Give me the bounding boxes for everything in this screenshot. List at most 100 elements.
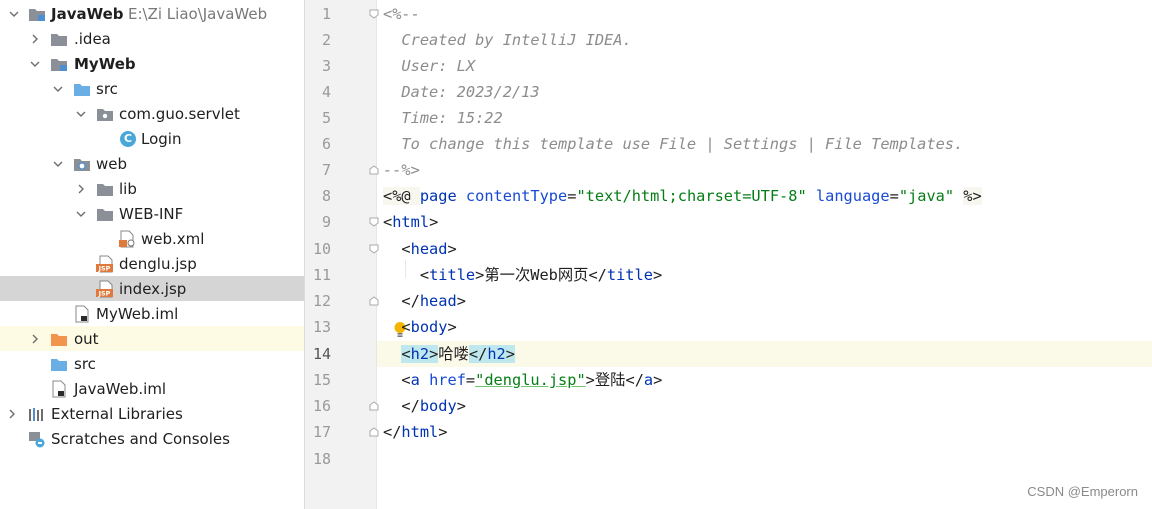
project-tree-panel: JavaWeb E:\Zi Liao\JavaWeb .idea MyWeb s… — [0, 0, 305, 509]
library-icon — [28, 401, 46, 426]
tree-item-label: MyWeb — [74, 54, 136, 73]
tree-item-label: web.xml — [141, 229, 205, 248]
chevron-down-icon[interactable] — [51, 151, 65, 176]
folder-icon — [96, 176, 114, 201]
package-icon — [96, 101, 114, 126]
tree-item-javaweb-iml[interactable]: JavaWeb.iml — [0, 376, 304, 401]
code-line-5[interactable]: Time: 15:22 — [383, 105, 1152, 131]
source-folder-icon — [73, 76, 91, 101]
tree-item-label: lib — [119, 179, 137, 198]
tree-item-src-root[interactable]: src — [0, 351, 304, 376]
line-number: 6 — [321, 135, 331, 153]
tree-item-web-inf[interactable]: WEB-INF — [0, 201, 304, 226]
fold-end-icon[interactable] — [369, 165, 379, 175]
code-line-14[interactable]: <h2>哈喽</h2> — [383, 341, 1152, 367]
xml-file-icon — [118, 226, 136, 251]
chevron-right-icon[interactable] — [28, 26, 42, 51]
tree-item-label: web — [96, 154, 128, 173]
code-line-13[interactable]: <body> — [383, 314, 1152, 340]
chevron-right-icon[interactable] — [5, 401, 19, 426]
project-path: E:\Zi Liao\JavaWeb — [128, 4, 268, 23]
line-number-current: 14 — [312, 345, 331, 363]
fold-marker-icon[interactable] — [369, 9, 379, 19]
line-number: 3 — [321, 57, 331, 75]
line-number: 15 — [312, 371, 331, 389]
code-line-18[interactable] — [383, 446, 1152, 472]
tree-item-label: src — [96, 79, 118, 98]
code-line-4[interactable]: Date: 2023/2/13 — [383, 79, 1152, 105]
line-number: 12 — [312, 292, 331, 310]
line-number: 1 — [321, 5, 331, 23]
code-line-7[interactable]: --%> — [383, 157, 1152, 183]
folder-icon — [50, 26, 68, 51]
line-number: 9 — [321, 213, 331, 231]
chevron-right-icon[interactable] — [28, 326, 42, 351]
tree-item-denglu-jsp[interactable]: JSP denglu.jsp — [0, 251, 304, 276]
tree-item-web[interactable]: web — [0, 151, 304, 176]
line-number: 18 — [312, 450, 331, 468]
fold-end-icon[interactable] — [369, 401, 379, 411]
jsp-file-icon: JSP — [96, 276, 114, 301]
line-number: 8 — [321, 187, 331, 205]
module-folder-icon — [28, 1, 46, 26]
code-editor[interactable]: 1 2 3 4 5 6 7 8 9 10 11 12 13 14 15 16 1… — [305, 0, 1152, 509]
line-number: 7 — [321, 161, 331, 179]
code-line-6[interactable]: To change this template use File | Setti… — [383, 131, 1152, 157]
tree-item-lib[interactable]: lib — [0, 176, 304, 201]
svg-text:JSP: JSP — [98, 264, 111, 272]
tree-item-src[interactable]: src — [0, 76, 304, 101]
fold-marker-icon[interactable] — [369, 217, 379, 227]
web-folder-icon — [73, 151, 91, 176]
chevron-down-icon[interactable] — [28, 51, 42, 76]
code-line-1[interactable]: <%-- — [383, 1, 1152, 27]
code-line-9[interactable]: <html> — [383, 209, 1152, 235]
tree-item-label: JavaWeb — [51, 4, 124, 23]
watermark: CSDN @Emperorn — [1027, 484, 1138, 499]
tree-item-label: com.guo.servlet — [119, 104, 240, 123]
tree-item-login-class[interactable]: C Login — [0, 126, 304, 151]
iml-file-icon — [50, 376, 68, 401]
fold-marker-icon[interactable] — [369, 244, 379, 254]
tree-item-index-jsp[interactable]: JSP index.jsp — [0, 276, 304, 301]
tree-item-label: Scratches and Consoles — [51, 429, 230, 448]
editor-gutter[interactable]: 1 2 3 4 5 6 7 8 9 10 11 12 13 14 15 16 1… — [305, 0, 406, 509]
jsp-file-icon: JSP — [96, 251, 114, 276]
chevron-down-icon[interactable] — [7, 1, 21, 26]
code-line-2[interactable]: Created by IntelliJ IDEA. — [383, 27, 1152, 53]
line-number: 17 — [312, 423, 331, 441]
tree-item-label: out — [74, 329, 99, 348]
chevron-right-icon[interactable] — [74, 176, 88, 201]
tree-item-label: JavaWeb.iml — [74, 379, 167, 398]
tree-item-out[interactable]: out — [0, 326, 304, 351]
svg-text:JSP: JSP — [98, 289, 111, 297]
tree-item-myweb-iml[interactable]: MyWeb.iml — [0, 301, 304, 326]
code-line-12[interactable]: </head> — [383, 288, 1152, 314]
code-line-11[interactable]: <title>第一次Web网页</title> — [383, 262, 1152, 288]
tree-item-label: src — [74, 354, 96, 373]
line-number: 4 — [321, 83, 331, 101]
chevron-down-icon[interactable] — [74, 101, 88, 126]
tree-item-external-libraries[interactable]: External Libraries — [0, 401, 304, 426]
tree-item-scratches[interactable]: Scratches and Consoles — [0, 426, 304, 451]
tree-item-javaweb-root[interactable]: JavaWeb E:\Zi Liao\JavaWeb — [0, 1, 304, 26]
line-number: 11 — [312, 266, 331, 284]
code-line-17[interactable]: </html> — [383, 419, 1152, 445]
tree-item-label: External Libraries — [51, 404, 183, 423]
chevron-down-icon[interactable] — [74, 201, 88, 226]
line-number: 16 — [312, 397, 331, 415]
tree-item-idea[interactable]: .idea — [0, 26, 304, 51]
line-number: 5 — [321, 109, 331, 127]
code-line-16[interactable]: </body> — [383, 393, 1152, 419]
chevron-down-icon[interactable] — [51, 76, 65, 101]
code-line-10[interactable]: <head> — [383, 236, 1152, 262]
fold-end-icon[interactable] — [369, 296, 379, 306]
tree-item-myweb[interactable]: MyWeb — [0, 51, 304, 76]
tree-item-label: denglu.jsp — [119, 254, 197, 273]
tree-item-package[interactable]: com.guo.servlet — [0, 101, 304, 126]
tree-item-label: index.jsp — [119, 279, 187, 298]
code-line-3[interactable]: User: LX — [383, 53, 1152, 79]
fold-end-icon[interactable] — [369, 427, 379, 437]
tree-item-web-xml[interactable]: web.xml — [0, 226, 304, 251]
code-line-15[interactable]: <a href="denglu.jsp">登陆</a> — [383, 367, 1152, 393]
code-line-8[interactable]: <%@ page contentType="text/html;charset=… — [383, 183, 1152, 209]
